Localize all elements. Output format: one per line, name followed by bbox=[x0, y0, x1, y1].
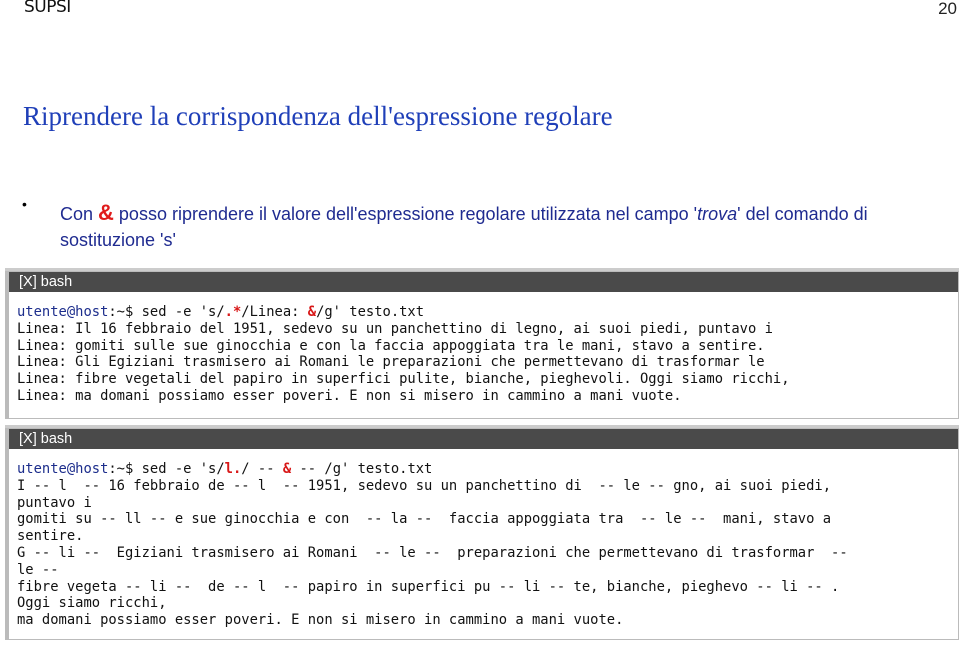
terminal-output: Linea: Il 16 febbraio del 1951, sedevo s… bbox=[17, 321, 790, 404]
terminal-title: [X] bash bbox=[9, 429, 958, 449]
bullet-text: Con & posso riprendere il valore dell'es… bbox=[60, 200, 950, 253]
output-line: Oggi siamo ricchi, bbox=[17, 595, 167, 612]
regex-highlight: .* bbox=[224, 304, 242, 320]
italic-word: trova bbox=[697, 204, 738, 224]
output-line: G -- li -- Egiziani trasmisero ai Romani… bbox=[17, 544, 848, 561]
command: :~$ sed -e 's/ bbox=[108, 461, 225, 477]
supsi-logo: SUPSI bbox=[24, 0, 71, 17]
terminal-output: I -- l -- 16 febbraio de -- l -- 1951, s… bbox=[17, 478, 848, 628]
page-number: 20 bbox=[938, 0, 957, 18]
terminal-window-1: [X] bash utente@host:~$ sed -e 's/.*/Lin… bbox=[5, 271, 959, 419]
output-line: ma domani possiamo esser poveri. E non s… bbox=[17, 612, 624, 629]
output-line: Linea: gomiti sulle sue ginocchia e con … bbox=[17, 337, 765, 354]
terminal-content: utente@host:~$ sed -e 's/.*/Linea: &/g' … bbox=[9, 292, 958, 405]
ampersand-highlight: & bbox=[282, 461, 292, 477]
terminal-window-2: [X] bash utente@host:~$ sed -e 's/l./ --… bbox=[5, 428, 959, 640]
output-line: sentire. bbox=[17, 528, 84, 545]
bullet-icon: • bbox=[22, 196, 27, 212]
terminal-title: [X] bash bbox=[9, 272, 958, 292]
output-line: Linea: Il 16 febbraio del 1951, sedevo s… bbox=[17, 320, 773, 337]
text: Con bbox=[60, 204, 99, 224]
prompt-user: utente@host bbox=[17, 461, 109, 477]
ampersand-highlight: & bbox=[307, 304, 317, 320]
command: /Linea: bbox=[241, 304, 308, 320]
command: / -- bbox=[241, 461, 283, 477]
output-line: fibre vegeta -- li -- de -- l -- papiro … bbox=[17, 578, 840, 595]
command: :~$ sed -e 's/ bbox=[108, 304, 225, 320]
terminal-content: utente@host:~$ sed -e 's/l./ -- & -- /g'… bbox=[9, 449, 958, 629]
output-line: gomiti su -- ll -- e sue ginocchia e con… bbox=[17, 511, 832, 528]
regex-highlight: l. bbox=[224, 461, 242, 477]
output-line: puntavo i bbox=[17, 494, 92, 511]
output-line: le -- bbox=[17, 561, 59, 578]
slide-title: Riprendere la corrispondenza dell'espres… bbox=[23, 101, 613, 131]
command: /g' testo.txt bbox=[316, 304, 425, 320]
output-line: Linea: ma domani possiamo esser poveri. … bbox=[17, 387, 682, 404]
ampersand-symbol: & bbox=[98, 200, 114, 225]
prompt-user: utente@host bbox=[17, 304, 109, 320]
output-line: Linea: fibre vegetali del papiro in supe… bbox=[17, 371, 790, 388]
output-line: I -- l -- 16 febbraio de -- l -- 1951, s… bbox=[17, 477, 832, 494]
text: posso riprendere il valore dell'espressi… bbox=[113, 204, 698, 224]
output-line: Linea: Gli Egiziani trasmisero ai Romani… bbox=[17, 354, 765, 371]
command: -- /g' testo.txt bbox=[291, 461, 433, 477]
